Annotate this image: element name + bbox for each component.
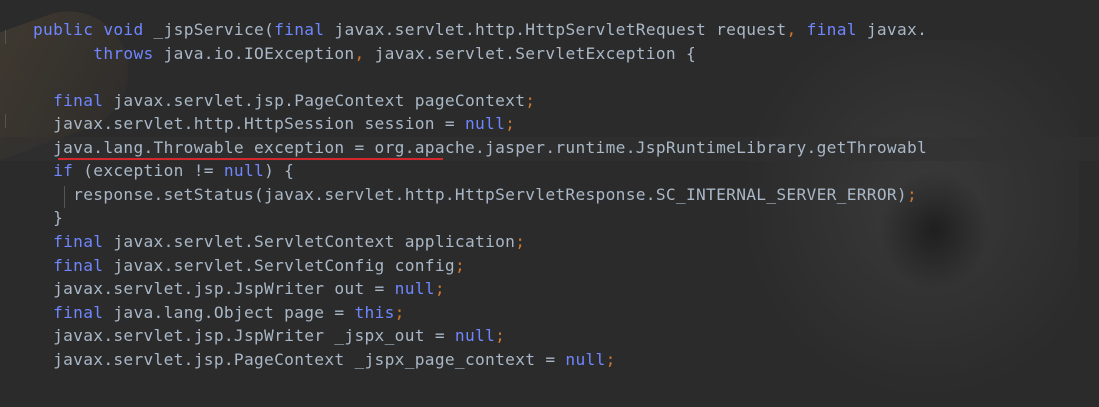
code-token: final bbox=[806, 20, 857, 39]
code-token: void bbox=[103, 20, 144, 39]
code-token: ; bbox=[434, 279, 445, 298]
code-token: ; bbox=[454, 256, 465, 275]
code-line[interactable]: javax.servlet.jsp.JspWriter _jspx_out = … bbox=[33, 324, 505, 348]
code-token: throws bbox=[93, 44, 154, 63]
code-token: , bbox=[354, 44, 365, 63]
code-line[interactable]: javax.servlet.jsp.PageContext _jspx_page… bbox=[33, 348, 616, 372]
code-token: javax.servlet.ServletException { bbox=[364, 44, 697, 63]
gutter-fold-marker bbox=[0, 30, 6, 44]
code-token: null bbox=[565, 350, 606, 369]
code-token: final bbox=[53, 256, 104, 275]
code-token: ; bbox=[605, 350, 616, 369]
code-token: ; bbox=[495, 326, 506, 345]
code-token: null bbox=[223, 161, 265, 180]
code-line[interactable]: response.setStatus(javax.servlet.http.Ht… bbox=[33, 183, 917, 207]
code-token: null bbox=[464, 114, 506, 133]
code-token: javax.servlet.jsp.PageContext pageContex… bbox=[103, 91, 526, 110]
code-token: javax.servlet.jsp.JspWriter _jspx_out = bbox=[33, 326, 455, 345]
code-token: java.io.IOException bbox=[153, 44, 355, 63]
code-line[interactable]: final javax.servlet.jsp.PageContext page… bbox=[33, 89, 535, 113]
code-token: ; bbox=[394, 303, 405, 322]
code-line[interactable]: public void _jspService(final javax.serv… bbox=[33, 18, 927, 42]
code-token: public bbox=[33, 20, 94, 39]
code-line[interactable]: final javax.servlet.ServletContext appli… bbox=[33, 230, 525, 254]
code-token: (exception != bbox=[73, 161, 224, 180]
code-token: javax. bbox=[856, 20, 928, 39]
code-token: javax.servlet.jsp.PageContext _jspx_page… bbox=[33, 350, 566, 369]
code-token: response.setStatus(javax.servlet.http.Ht… bbox=[33, 185, 907, 204]
gutter-fold-marker bbox=[0, 114, 6, 128]
code-token: javax.servlet.ServletConfig config bbox=[103, 256, 455, 275]
code-token: java.lang.Throwable exception = org.apac… bbox=[33, 138, 928, 157]
code-token: null bbox=[454, 326, 496, 345]
code-line[interactable]: if (exception != null) { bbox=[33, 159, 294, 183]
code-token: , bbox=[786, 20, 797, 39]
code-editor[interactable]: public void _jspService(final javax.serv… bbox=[0, 0, 1099, 407]
code-line[interactable]: final javax.servlet.ServletConfig config… bbox=[33, 254, 465, 278]
code-line[interactable]: javax.servlet.jsp.JspWriter out = null; bbox=[33, 277, 445, 301]
code-token: null bbox=[394, 279, 435, 298]
code-line[interactable]: javax.servlet.http.HttpSession session =… bbox=[33, 112, 515, 136]
code-token: ; bbox=[525, 91, 536, 110]
code-token: _jspService( bbox=[143, 20, 275, 39]
code-token: javax.servlet.jsp.JspWriter out = bbox=[33, 279, 395, 298]
code-token: ; bbox=[906, 185, 918, 204]
code-token: javax.servlet.http.HttpServletRequest re… bbox=[324, 20, 787, 39]
code-token: } bbox=[33, 208, 64, 227]
code-line[interactable]: java.lang.Throwable exception = org.apac… bbox=[33, 136, 927, 160]
code-token: final bbox=[53, 303, 104, 322]
background-wallpaper-right bbox=[739, 40, 1079, 400]
code-line[interactable]: final java.lang.Object page = this; bbox=[33, 301, 405, 325]
error-underline bbox=[58, 158, 443, 160]
code-line[interactable]: } bbox=[33, 206, 63, 230]
code-token: ; bbox=[515, 232, 526, 251]
code-token: javax.servlet.ServletContext application bbox=[103, 232, 516, 251]
code-token: javax.servlet.http.HttpSession session = bbox=[33, 114, 465, 133]
code-token: java.lang.Object page = bbox=[103, 303, 355, 322]
code-token: this bbox=[354, 303, 395, 322]
code-token: final bbox=[274, 20, 325, 39]
code-token: ) { bbox=[264, 161, 295, 180]
code-token: if bbox=[53, 161, 74, 180]
code-line[interactable]: throws java.io.IOException, javax.servle… bbox=[33, 42, 696, 66]
gutter bbox=[0, 0, 6, 407]
code-token: ; bbox=[505, 114, 516, 133]
code-token: final bbox=[53, 91, 104, 110]
code-token: final bbox=[53, 232, 104, 251]
